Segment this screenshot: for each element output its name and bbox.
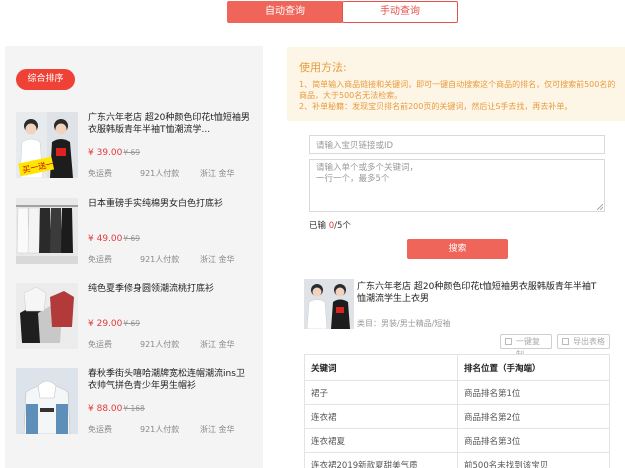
count-prefix: 已输 (309, 221, 329, 231)
usage-instructions: 使用方法: 1、简单输入商品链接和关键词，即可一键自动搜索这个商品的排名，仅可搜… (287, 47, 625, 121)
current-price: ¥ 49.00 (88, 234, 123, 244)
keyword-cell: 连衣裙 (304, 404, 458, 429)
shipping-label: 免运费 (88, 169, 112, 178)
product-image (16, 198, 78, 264)
original-price: ¥ 69 (123, 319, 141, 328)
comprehensive-sort-button[interactable]: 综合排序 (16, 69, 75, 90)
keyword-placeholder: 请输入单个或多个关键词， 一行一个，最多5个 (316, 163, 419, 184)
keyword-cell: 裙子 (304, 380, 458, 405)
result-product-title[interactable]: 广东六年老店 超20种颜色印花t恤短袖男衣服韩版青年半袖T恤潮流学生上衣男 (357, 281, 605, 305)
ranking-table: 关键词 排名位置（手淘端） 裙子 商品排名第1位 连衣裙 商品排名第2位 连衣裙… (304, 354, 610, 468)
shipping-label: 免运费 (88, 425, 112, 434)
column-header-keyword: 关键词 (304, 354, 458, 381)
current-price: ¥ 29.00 (88, 319, 123, 329)
product-image (16, 368, 78, 434)
export-table-button[interactable]: 导出表格 (557, 334, 610, 349)
product-list-panel: 综合排序 买一送一 广东六年老店 超20种颜色印花t恤短袖男衣服韩版青年半袖T恤… (5, 46, 263, 468)
count-suffix: /5个 (334, 221, 351, 231)
product-image: 买一送一 (16, 112, 78, 178)
product-price: ¥ 39.00¥ 69 (88, 148, 140, 158)
auto-query-button[interactable]: 自动查询 (227, 1, 343, 23)
product-card[interactable]: 买一送一 广东六年老店 超20种颜色印花t恤短袖男衣服韩版青年半袖T恤潮流学..… (16, 112, 256, 184)
result-category: 类目：男装/男士精品/短袖 (357, 319, 451, 328)
original-price: ¥ 168 (123, 404, 145, 413)
search-button[interactable]: 搜索 (407, 239, 508, 259)
keyword-textarea[interactable]: 请输入单个或多个关键词， 一行一个，最多5个 (309, 159, 605, 212)
product-price: ¥ 29.00¥ 69 (88, 319, 140, 329)
table-row: 连衣裙夏 商品排名第3位 (304, 428, 610, 453)
original-price: ¥ 69 (123, 148, 141, 157)
table-row: 连衣裙 商品排名第2位 (304, 404, 610, 429)
location: 浙江 金华 (200, 169, 235, 178)
usage-line: 2、补单秘籍：发现宝贝排名前200页的关键词，然后让S手去找，再去补单。 (299, 102, 573, 111)
table-row: 连衣裙2019新款夏甜美气质 前500名未找到该宝贝 (304, 452, 610, 468)
export-icon (562, 338, 569, 345)
rank-cell: 商品排名第1位 (457, 380, 610, 405)
buyers-count: 921人付款 (140, 169, 180, 178)
table-header-row: 关键词 排名位置（手淘端） (304, 354, 610, 381)
product-image (16, 283, 78, 349)
buyers-count: 921人付款 (140, 255, 180, 264)
product-price: ¥ 49.00¥ 69 (88, 234, 140, 244)
buyers-count: 921人付款 (140, 425, 180, 434)
rank-query-page: 自动查询 手动查询 综合排序 买一送一 广东六年老店 超20种颜色印花t恤短袖男… (0, 0, 625, 468)
copy-icon (505, 338, 512, 345)
table-row: 裙子 商品排名第1位 (304, 380, 610, 405)
product-card[interactable]: 日本重磅手实纯棉男女白色打底衫 ¥ 49.00¥ 69 免运费 921人付款 浙… (16, 198, 256, 270)
rank-cell: 商品排名第3位 (457, 428, 610, 453)
product-title[interactable]: 日本重磅手实纯棉男女白色打底衫 (88, 198, 250, 210)
product-card[interactable]: 纯色夏季修身圆领潮流桃打底衫 ¥ 29.00¥ 69 免运费 921人付款 浙江… (16, 283, 256, 355)
product-title[interactable]: 纯色夏季修身圆领潮流桃打底衫 (88, 283, 250, 295)
rank-cell: 商品排名第2位 (457, 404, 610, 429)
shipping-label: 免运费 (88, 340, 112, 349)
product-price: ¥ 88.00¥ 168 (88, 404, 145, 414)
current-price: ¥ 88.00 (88, 404, 123, 414)
manual-query-button[interactable]: 手动查询 (342, 1, 458, 23)
result-product-image (304, 279, 354, 329)
copy-all-button[interactable]: 一键复制 (500, 334, 552, 359)
shipping-label: 免运费 (88, 255, 112, 264)
product-title[interactable]: 春秋季街头嘻哈潮牌宽松连帽潮流ins卫衣帅气拼色青少年男生帽衫 (88, 368, 250, 392)
location: 浙江 金华 (200, 255, 235, 264)
keyword-cell: 连衣裙2019新款夏甜美气质 (304, 452, 458, 468)
location: 浙江 金华 (200, 340, 235, 349)
product-link-input[interactable]: 请输入宝贝链接或ID (309, 135, 605, 154)
rank-cell: 前500名未找到该宝贝 (457, 452, 610, 468)
resize-handle-icon[interactable] (597, 204, 603, 210)
buyers-count: 921人付款 (140, 340, 180, 349)
export-label: 导出表格 (573, 337, 605, 346)
keyword-count: 已输 0/5个 (309, 219, 351, 231)
usage-line: 1、简单输入商品链接和关键词，即可一键自动搜索这个商品的排名，仅可搜索前500名… (299, 80, 616, 100)
location: 浙江 金华 (200, 425, 235, 434)
keyword-cell: 连衣裙夏 (304, 428, 458, 453)
product-card[interactable]: 春秋季街头嘻哈潮牌宽松连帽潮流ins卫衣帅气拼色青少年男生帽衫 ¥ 88.00¥… (16, 368, 256, 440)
product-title[interactable]: 广东六年老店 超20种颜色印花t恤短袖男衣服韩版青年半袖T恤潮流学... (88, 112, 250, 136)
column-header-rank: 排名位置（手淘端） (457, 354, 610, 381)
original-price: ¥ 69 (123, 234, 141, 243)
usage-title: 使用方法: (299, 61, 347, 74)
current-price: ¥ 39.00 (88, 148, 123, 158)
